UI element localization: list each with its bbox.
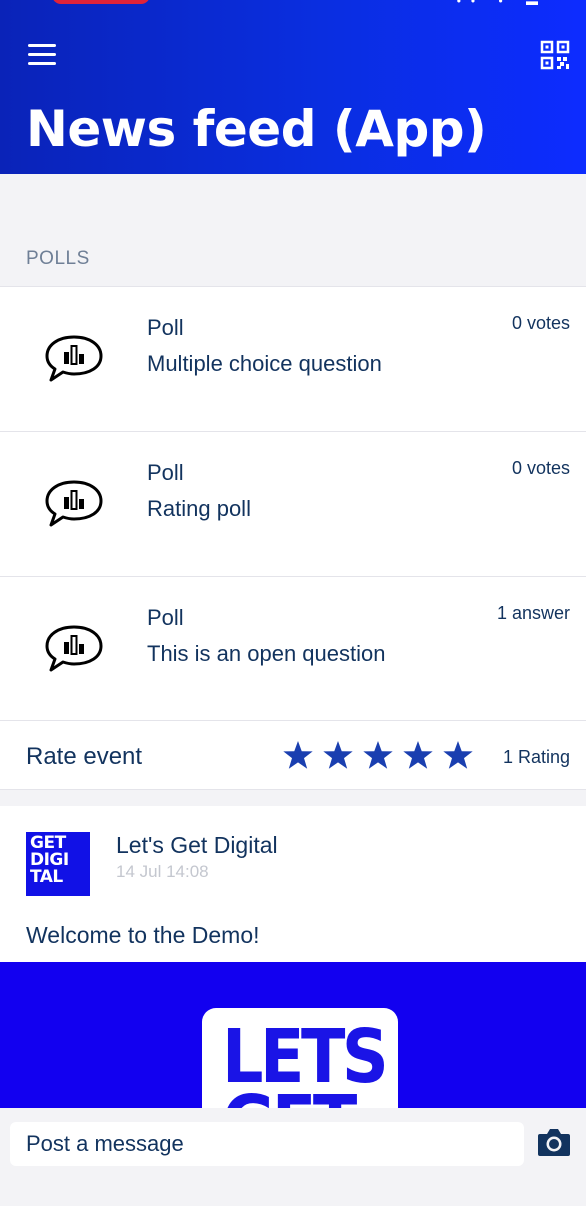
poll-vote-count: 0 votes	[511, 313, 570, 333]
post-text: Welcome to the Demo!	[26, 922, 260, 948]
menu-icon-line	[28, 53, 56, 56]
poll-title: Rating poll	[147, 496, 251, 521]
camera-icon[interactable]	[536, 1126, 572, 1158]
poll-chat-icon	[45, 625, 103, 672]
status-indicator	[52, 0, 150, 4]
polls-section-label: POLLS	[26, 248, 90, 269]
star-rating	[282, 739, 482, 771]
star-icon[interactable]	[282, 739, 314, 771]
poll-item[interactable]: Poll Rating poll 0 votes	[0, 431, 586, 576]
poll-list: Poll Multiple choice question 0 votes Po…	[0, 286, 586, 721]
poll-chat-icon	[45, 480, 103, 527]
page-title: News feed (App)	[26, 100, 487, 158]
message-composer	[0, 1108, 586, 1206]
star-icon[interactable]	[442, 739, 474, 771]
post-message-input[interactable]	[10, 1122, 524, 1166]
poll-chat-icon	[45, 335, 103, 382]
poll-title: Multiple choice question	[147, 351, 382, 376]
rating-count: 1 Rating	[502, 747, 570, 767]
menu-icon-line	[28, 62, 56, 65]
poll-title: This is an open question	[147, 641, 386, 666]
post-author[interactable]: Let's Get Digital	[116, 832, 278, 859]
poll-type-label: Poll	[147, 460, 184, 485]
app-header: •• • ▬ News feed (App)	[0, 0, 586, 174]
author-avatar[interactable]: GET DIGI TAL	[26, 832, 90, 896]
post-timestamp: 14 Jul 14:08	[116, 862, 209, 881]
rate-event-row: Rate event 1 Rating	[0, 720, 586, 790]
status-bar-icons: •• • ▬	[456, 0, 548, 8]
poll-item[interactable]: Poll Multiple choice question 0 votes	[0, 286, 586, 431]
feed-post: GET DIGI TAL Let's Get Digital 14 Jul 14…	[0, 806, 586, 1126]
star-icon[interactable]	[402, 739, 434, 771]
poll-vote-count: 0 votes	[511, 458, 570, 478]
menu-button[interactable]	[28, 44, 56, 66]
poll-type-label: Poll	[147, 605, 184, 630]
poll-item[interactable]: Poll This is an open question 1 answer	[0, 576, 586, 721]
star-icon[interactable]	[322, 739, 354, 771]
menu-icon-line	[28, 44, 56, 47]
qr-code-icon[interactable]	[540, 40, 570, 70]
poll-type-label: Poll	[147, 315, 184, 340]
poll-answer-count: 1 answer	[496, 603, 570, 623]
rate-event-label: Rate event	[26, 743, 143, 770]
star-icon[interactable]	[362, 739, 394, 771]
post-image[interactable]: LETS GET	[0, 962, 586, 1126]
